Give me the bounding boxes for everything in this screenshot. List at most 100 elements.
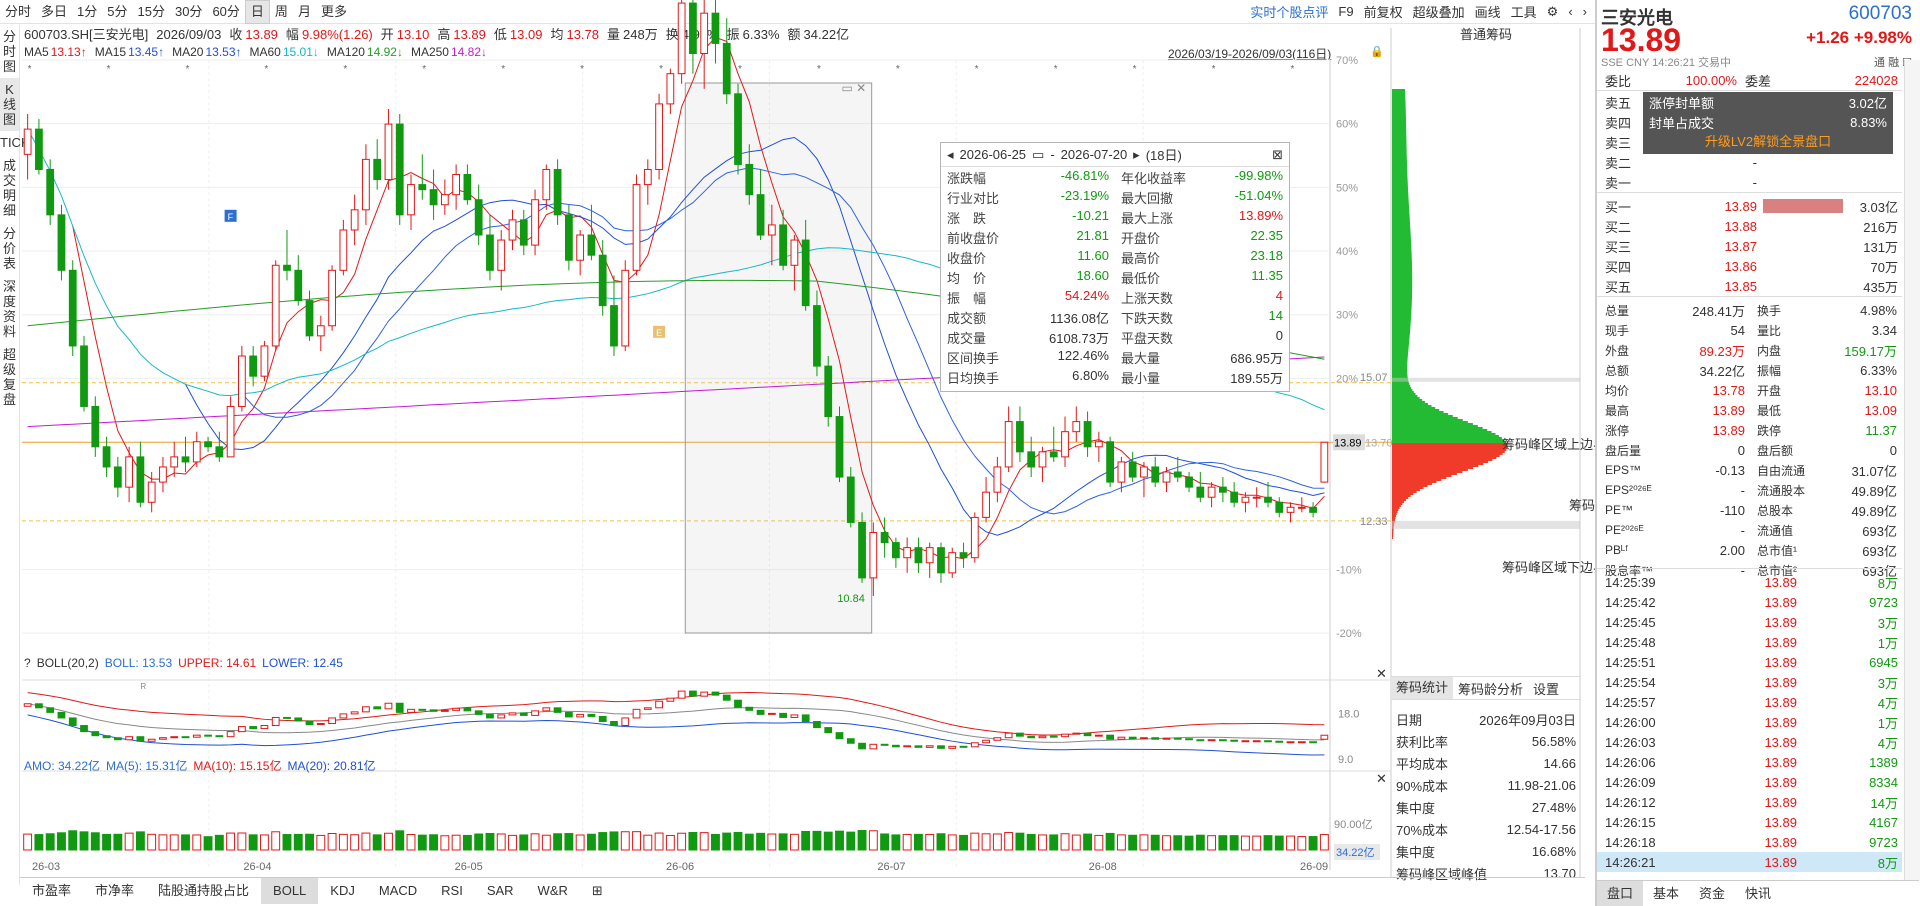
volume-bar xyxy=(508,834,517,851)
event-star[interactable]: * xyxy=(896,64,900,75)
tick-row[interactable]: 14:26:03 13.89 4万 xyxy=(1597,732,1902,752)
tick-row[interactable]: 14:26:12 13.89 14万 xyxy=(1597,792,1902,812)
close-icon[interactable]: ⊠ xyxy=(1272,147,1283,163)
candle xyxy=(1320,441,1329,483)
popup-cell: 日均换手 6.80% xyxy=(941,368,1115,387)
panel-tab-3[interactable]: 快讯 xyxy=(1735,881,1781,906)
boll-candle xyxy=(1162,737,1171,740)
tick-row[interactable]: 14:25:57 13.89 4万 xyxy=(1597,692,1902,712)
indicator-tab-7[interactable]: SAR xyxy=(475,878,526,904)
candle xyxy=(689,2,697,54)
boll-close-icon[interactable]: ✕ xyxy=(1376,666,1387,681)
next-date-arrow-icon[interactable]: ▸ xyxy=(1133,147,1140,163)
candle xyxy=(407,184,415,216)
tick-row[interactable]: 14:25:45 13.89 3万 xyxy=(1597,612,1902,632)
boll-candle xyxy=(564,711,573,718)
indicator-tab-1[interactable]: 市净率 xyxy=(83,878,146,904)
boll-help-icon[interactable]: ? xyxy=(24,656,31,670)
buy-price[interactable]: 13.85 xyxy=(1637,279,1757,294)
indicator-tab-4[interactable]: KDJ xyxy=(318,878,367,904)
event-star[interactable]: * xyxy=(659,64,663,75)
chip-tab-0[interactable]: 筹码统计 xyxy=(1391,677,1454,699)
prev-date-arrow-icon[interactable]: ◂ xyxy=(947,147,954,163)
event-star[interactable]: * xyxy=(28,64,32,75)
event-star[interactable]: * xyxy=(422,64,426,75)
boll-candle xyxy=(508,712,517,716)
indicator-tab-6[interactable]: RSI xyxy=(429,878,475,904)
stat-value: 34.22亿 xyxy=(1699,363,1745,379)
tick-row[interactable]: 14:25:48 13.89 1万 xyxy=(1597,632,1902,652)
kline-chart-area[interactable]: 70%60%50%40%30%20%10%-10%-20%13.8913.701… xyxy=(0,0,1595,877)
panel-tab-0[interactable]: 盘口 xyxy=(1597,881,1644,906)
indicator-tab-5[interactable]: MACD xyxy=(367,878,429,904)
tick-volume: 1万 xyxy=(1877,635,1898,651)
tick-list[interactable]: 14:25:39 13.89 8万 14:25:42 13.89 9723 14:25:45… xyxy=(1597,572,1902,872)
stat-label: PBᴸᶠ xyxy=(1605,543,1628,557)
indicator-tab-9[interactable]: ⊞ xyxy=(580,878,615,904)
event-star[interactable]: * xyxy=(1212,64,1216,75)
boll-candle xyxy=(655,700,663,709)
popup-to-date[interactable]: 2026-07-20 xyxy=(1061,147,1128,162)
indicator-tab-8[interactable]: W&R xyxy=(526,878,580,904)
chip-tab-2[interactable]: 设置 xyxy=(1528,679,1564,698)
tick-row[interactable]: 14:26:09 13.89 8334 xyxy=(1597,772,1902,792)
chip-tab-1[interactable]: 筹码龄分析 xyxy=(1453,679,1528,698)
buy-price[interactable]: 13.88 xyxy=(1637,219,1757,234)
event-star[interactable]: * xyxy=(817,64,821,75)
popup-cell-value: -51.04% xyxy=(1234,187,1283,203)
sell-price[interactable]: - xyxy=(1637,175,1757,190)
lv2-overlay[interactable]: 涨停封单额 3.02亿 封单占成交 8.83% 升级LV2解锁全景盘口 xyxy=(1643,92,1893,154)
event-star[interactable]: * xyxy=(580,64,584,75)
indicator-tab-3[interactable]: BOLL xyxy=(261,878,319,904)
volume-bar xyxy=(1218,835,1228,851)
stock-code[interactable]: 600703 xyxy=(1849,3,1912,25)
boll-candle xyxy=(497,714,506,719)
volume-bar xyxy=(1263,835,1273,851)
sell-row: 卖一 - xyxy=(1597,172,1902,192)
panel-tab-2[interactable]: 资金 xyxy=(1689,881,1735,906)
indicator-tab-0[interactable]: 市盈率 xyxy=(20,878,83,904)
event-star[interactable]: * xyxy=(1291,64,1295,75)
interval-selection[interactable] xyxy=(684,82,873,634)
event-star[interactable]: * xyxy=(107,64,111,75)
tick-row[interactable]: 14:26:00 13.89 1万 xyxy=(1597,712,1902,732)
tick-row[interactable]: 14:26:21 13.89 8万 xyxy=(1597,852,1902,872)
panel-tab-1[interactable]: 基本 xyxy=(1643,881,1689,906)
indicator-tab-2[interactable]: 陆股通持股占比 xyxy=(146,878,261,904)
boll-candle xyxy=(260,725,269,730)
event-star[interactable]: * xyxy=(1133,64,1137,75)
event-star[interactable]: * xyxy=(264,64,268,75)
panel-scrollbar[interactable] xyxy=(1904,60,1920,880)
buy-price[interactable]: 13.86 xyxy=(1637,259,1757,274)
tick-volume: 4167 xyxy=(1869,814,1898,830)
stat-label: 流通股本 xyxy=(1757,483,1806,498)
event-star[interactable]: * xyxy=(501,64,505,75)
boll-candle xyxy=(1252,740,1261,743)
candle xyxy=(1230,491,1239,503)
sell-label: 卖四 xyxy=(1605,115,1632,131)
upgrade-lv2-link[interactable]: 升级LV2解锁全景盘口 xyxy=(1643,132,1893,152)
sell-price[interactable]: - xyxy=(1637,155,1757,170)
buy-price[interactable]: 13.87 xyxy=(1637,239,1757,254)
tick-row[interactable]: 14:26:15 13.89 4167 xyxy=(1597,812,1902,832)
tick-row[interactable]: 14:25:54 13.89 3万 xyxy=(1597,672,1902,692)
selection-max-icon[interactable]: ▭ ✕ xyxy=(842,81,867,95)
tick-row[interactable]: 14:25:42 13.89 9723 xyxy=(1597,592,1902,612)
event-star[interactable]: * xyxy=(1054,64,1058,75)
event-star[interactable]: * xyxy=(738,64,742,75)
boll-candle xyxy=(440,709,449,712)
buy-price[interactable]: 13.89 xyxy=(1637,199,1757,214)
popup-from-date[interactable]: 2026-06-25 xyxy=(960,147,1027,162)
amo-close-icon[interactable]: ✕ xyxy=(1376,771,1387,786)
candle xyxy=(1140,466,1148,478)
event-star[interactable]: * xyxy=(343,64,347,75)
tick-row[interactable]: 14:25:39 13.89 8万 xyxy=(1597,572,1902,592)
popup-cell-value: 14 xyxy=(1268,307,1283,323)
tick-row[interactable]: 14:26:18 13.89 9723 xyxy=(1597,832,1902,852)
calendar-icon[interactable]: ▭ xyxy=(1032,147,1044,163)
event-star[interactable]: * xyxy=(186,64,190,75)
event-star[interactable]: * xyxy=(975,64,979,75)
candle xyxy=(542,168,551,201)
tick-row[interactable]: 14:25:51 13.89 6945 xyxy=(1597,652,1902,672)
tick-row[interactable]: 14:26:06 13.89 1389 xyxy=(1597,752,1902,772)
